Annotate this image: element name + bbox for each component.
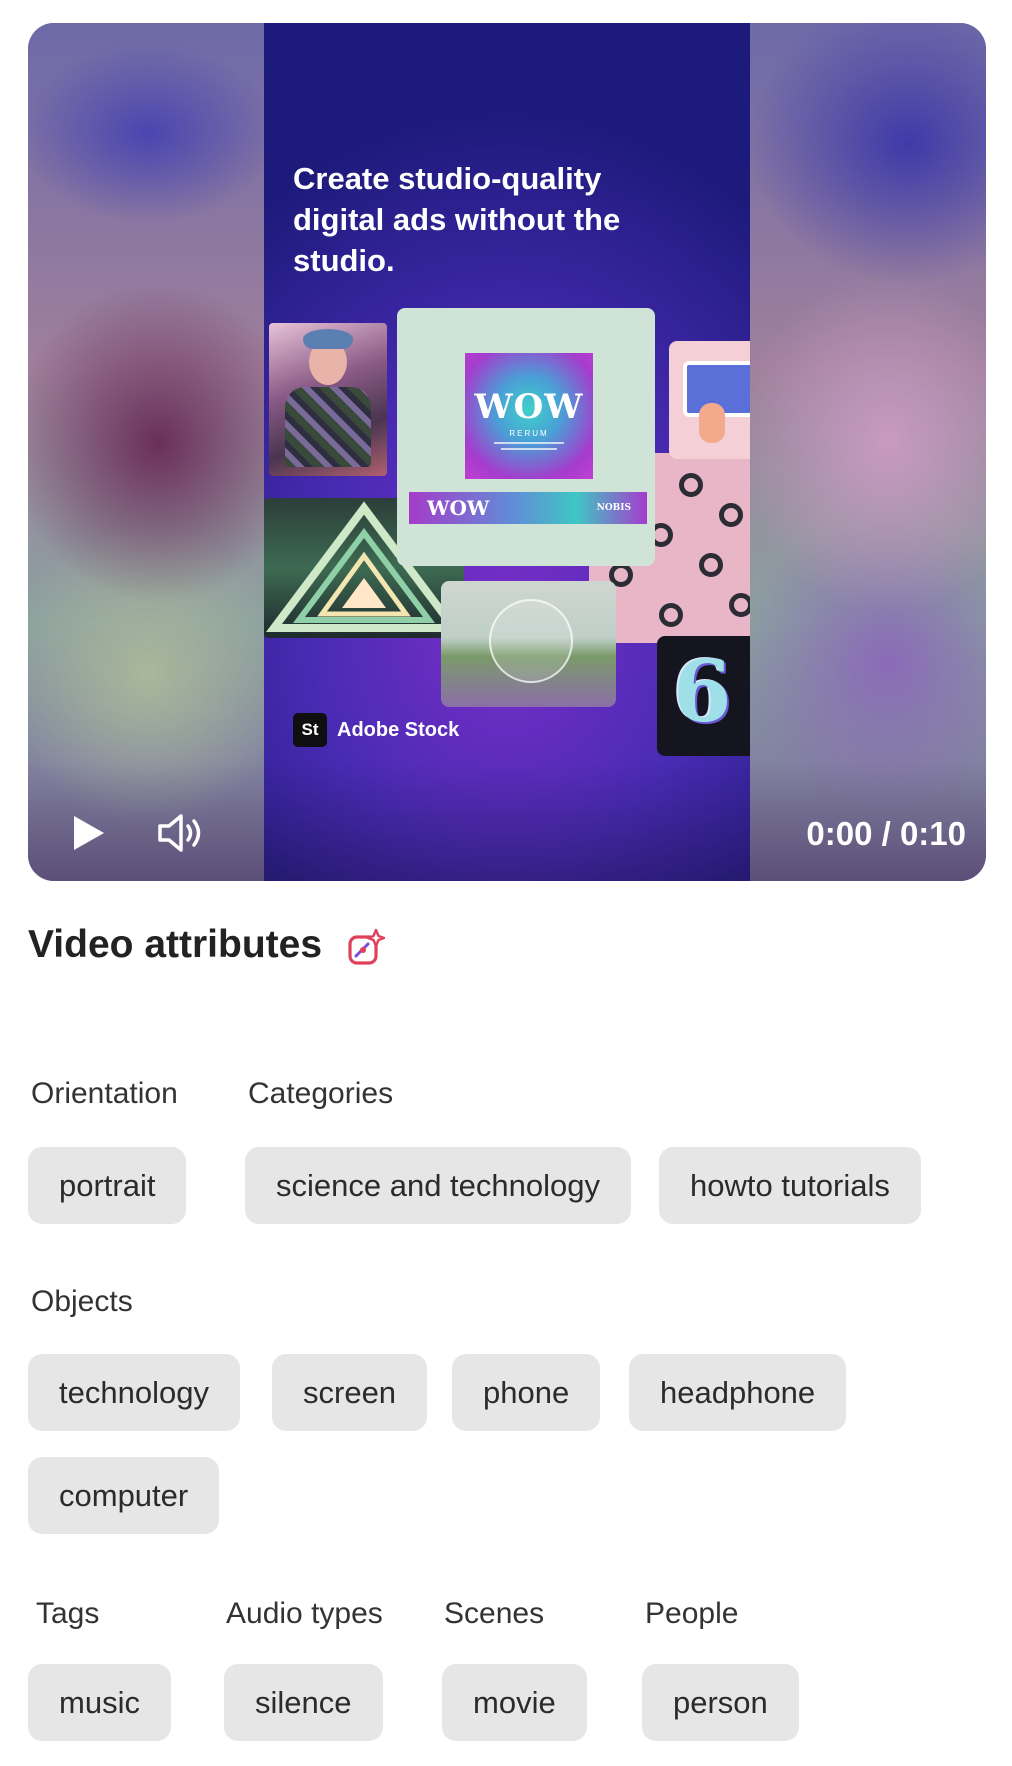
ad-card-banner: WOW NOBIS xyxy=(409,492,647,524)
chip-object[interactable]: headphone xyxy=(629,1354,847,1431)
ad-banner-tag: NOBIS xyxy=(596,503,631,513)
chip-orientation[interactable]: portrait xyxy=(28,1147,187,1224)
thumbnail-hand-screen xyxy=(669,341,750,459)
label-scenes: Scenes xyxy=(444,1597,545,1630)
ai-sparkle-icon xyxy=(348,928,386,965)
chip-person[interactable]: person xyxy=(642,1664,799,1741)
chip-object[interactable]: phone xyxy=(452,1354,601,1431)
volume-button[interactable] xyxy=(156,811,208,855)
label-orientation: Orientation xyxy=(31,1077,178,1110)
label-tags: Tags xyxy=(36,1597,100,1630)
ad-banner-wordmark: WOW xyxy=(427,496,490,520)
thumbnail-ad-card: WOW RERUM WOW NOBIS xyxy=(397,308,655,566)
chip-object[interactable]: computer xyxy=(28,1457,220,1534)
chip-object[interactable]: screen xyxy=(272,1354,428,1431)
adobe-stock-brand: St Adobe Stock xyxy=(293,713,459,747)
chrome-glyph: 6 xyxy=(673,642,732,741)
label-audio-types: Audio types xyxy=(226,1597,383,1630)
thumbnail-landscape xyxy=(441,581,616,707)
chip-category[interactable]: science and technology xyxy=(245,1147,632,1224)
thumbnail-chrome-glyph: 6 xyxy=(657,636,750,756)
play-icon xyxy=(74,816,104,850)
chip-scene[interactable]: movie xyxy=(442,1664,587,1741)
brand-name: Adobe Stock xyxy=(337,718,460,741)
label-categories: Categories xyxy=(248,1077,394,1110)
section-title: Video attributes xyxy=(28,923,323,966)
chip-object[interactable]: technology xyxy=(28,1354,240,1431)
ad-card-wordmark: WOW xyxy=(474,387,584,427)
adobe-stock-logo: St xyxy=(293,713,327,747)
chip-tag[interactable]: music xyxy=(28,1664,171,1741)
video-player[interactable]: Create studio-quality digital ads withou… xyxy=(28,23,986,881)
thumbnail-person xyxy=(269,323,387,476)
play-button[interactable] xyxy=(68,813,108,853)
chip-audio-type[interactable]: silence xyxy=(224,1664,383,1741)
label-people: People xyxy=(645,1597,739,1630)
video-headline: Create studio-quality digital ads withou… xyxy=(293,161,621,278)
volume-icon xyxy=(158,814,201,852)
video-controls: 0:00 / 0:10 xyxy=(28,761,986,881)
video-time: 0:00 / 0:10 xyxy=(806,815,966,852)
ad-card-subtitle: RERUM xyxy=(509,429,549,438)
label-objects: Objects xyxy=(31,1285,133,1318)
ad-card-square: WOW RERUM xyxy=(465,353,593,479)
video-frame: Create studio-quality digital ads withou… xyxy=(264,23,750,881)
chip-category[interactable]: howto tutorials xyxy=(659,1147,921,1224)
